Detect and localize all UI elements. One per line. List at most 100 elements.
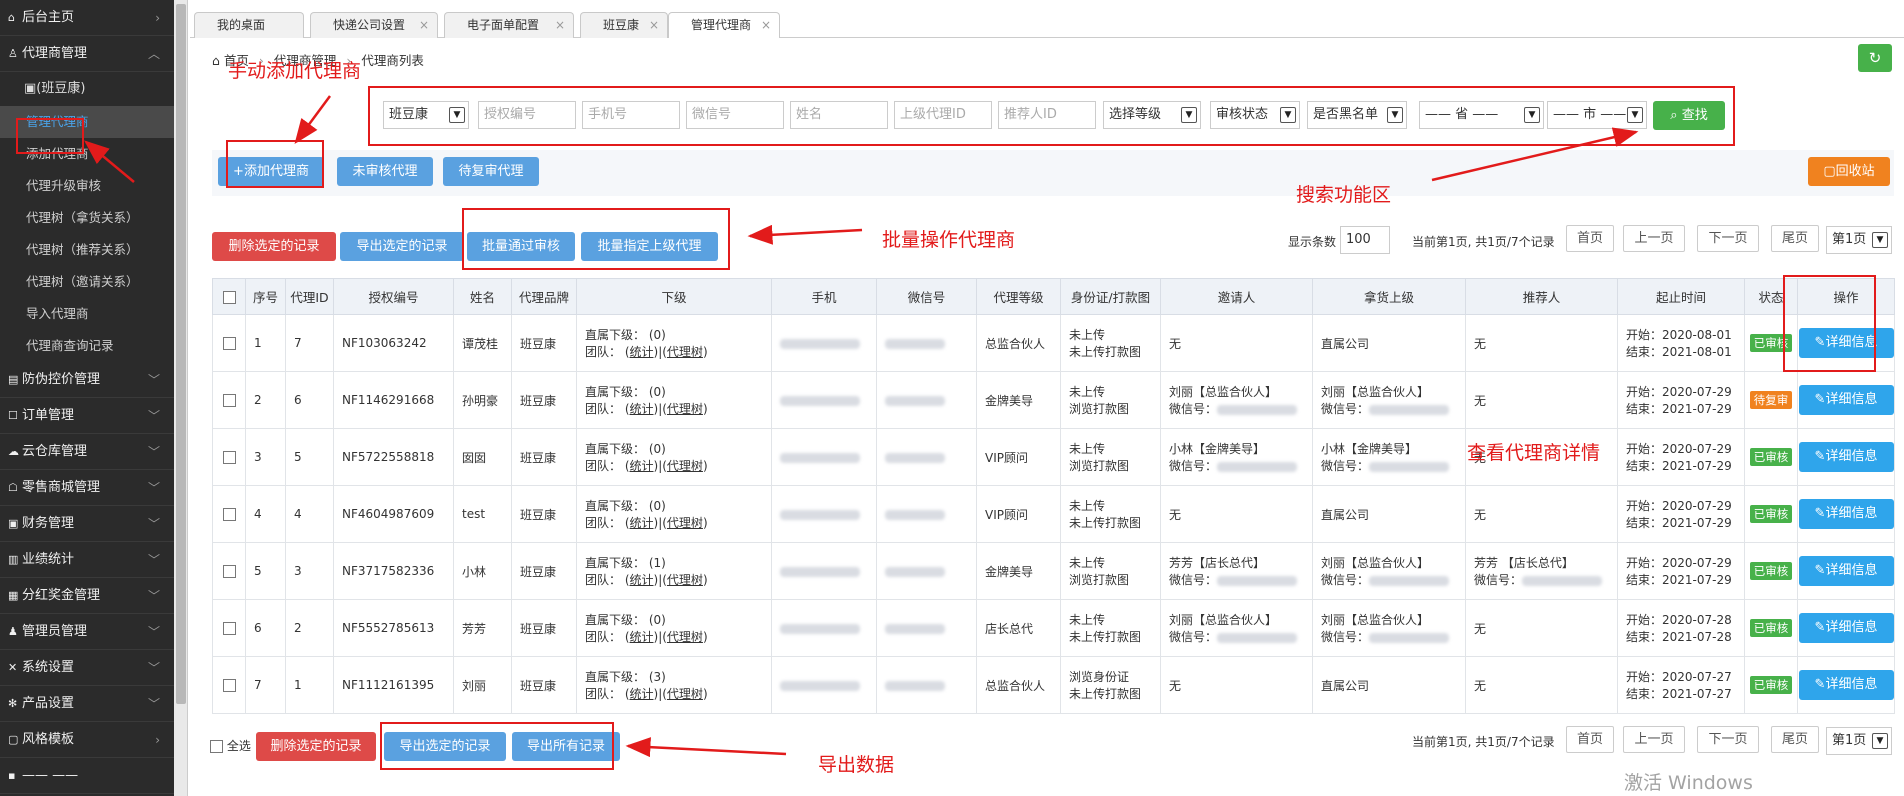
close-icon[interactable]: × <box>649 13 659 37</box>
detail-button[interactable]: ✎详细信息 <box>1798 556 1894 586</box>
direct-sub-label: 直属下级： <box>585 556 649 570</box>
id-doc-text[interactable]: 浏览身份证 <box>1069 670 1129 684</box>
agent-tree-link[interactable]: 代理树 <box>667 402 703 416</box>
unreviewed-button[interactable]: 未审核代理 <box>337 157 433 186</box>
menu-home[interactable]: ⌂ 后台主页 › <box>0 0 174 36</box>
sidebar-item-query-log[interactable]: 代理商查询记录 <box>0 330 174 362</box>
tab-desktop[interactable]: 我的桌面 <box>194 12 304 38</box>
annotation-export-text: 导出数据 <box>818 754 895 776</box>
first-page-button[interactable]: 首页 <box>1566 225 1614 252</box>
team-stats-link[interactable]: 统计 <box>630 687 654 701</box>
agent-tree-link[interactable]: 代理树 <box>667 459 703 473</box>
row-checkbox-cell <box>212 485 246 543</box>
bottom-page-info: 当前第1页, 共1页/7个记录 <box>1412 735 1555 749</box>
team-stats-link[interactable]: 统计 <box>630 345 654 359</box>
delete-selected-button[interactable]: 删除选定的记录 <box>212 232 336 261</box>
menu-theme[interactable]: ▢ 风格模板 › <box>0 722 174 758</box>
row-checkbox[interactable] <box>222 565 236 578</box>
sidebar-item-upgrade-review[interactable]: 代理升级审核 <box>0 170 174 202</box>
menu-system[interactable]: ✕ 系统设置 ﹀ <box>0 650 174 686</box>
agent-tree-link[interactable]: 代理树 <box>667 630 703 644</box>
agent-tree-link[interactable]: 代理树 <box>667 345 703 359</box>
detail-button[interactable]: ✎详细信息 <box>1798 442 1894 472</box>
scrollbar-thumb[interactable] <box>176 4 186 704</box>
close-icon[interactable]: × <box>419 13 429 37</box>
id-doc-text[interactable]: 浏览打款图 <box>1069 573 1129 587</box>
tab-manage-agents[interactable]: 管理代理商 × <box>668 12 780 38</box>
sidebar-scrollbar[interactable] <box>174 0 188 796</box>
page-size-input[interactable]: 100 <box>1340 226 1390 254</box>
cell-phone <box>771 599 877 657</box>
sidebar-item-tree-referral[interactable]: 代理树（推荐关系） <box>0 234 174 266</box>
row-checkbox[interactable] <box>222 394 236 407</box>
menu-orders[interactable]: ☐ 订单管理 ﹀ <box>0 398 174 434</box>
team-stats-link[interactable]: 统计 <box>630 630 654 644</box>
bottom-prev-page-button[interactable]: 上一页 <box>1623 726 1685 753</box>
id-doc-text[interactable]: 浏览打款图 <box>1069 459 1129 473</box>
detail-button[interactable]: ✎详细信息 <box>1798 613 1894 643</box>
bottom-delete-button[interactable]: 删除选定的记录 <box>256 732 376 761</box>
pending-review-button[interactable]: 待复审代理 <box>443 157 539 186</box>
chevron-down-icon: ﹀ <box>147 481 160 495</box>
sub-head-brand[interactable]: ▣(班豆康) <box>0 72 174 106</box>
next-page-button[interactable]: 下一页 <box>1697 225 1759 252</box>
chevron-down-icon: ﹀ <box>147 373 160 387</box>
menu-admins[interactable]: ♟ 管理员管理 ﹀ <box>0 614 174 650</box>
bottom-page-select[interactable]: 第1页 ▼ <box>1826 727 1892 755</box>
close-icon[interactable]: × <box>555 13 565 37</box>
menu-warehouse[interactable]: ☁ 云仓库管理 ﹀ <box>0 434 174 470</box>
row-checkbox[interactable] <box>222 451 236 464</box>
menu-stats[interactable]: ▥ 业绩统计 ﹀ <box>0 542 174 578</box>
tab-waybill[interactable]: 电子面单配置 × <box>444 12 574 38</box>
menu-more[interactable]: ▪ —— —— <box>0 758 174 794</box>
col-referrer: 推荐人 <box>1465 278 1618 315</box>
close-icon[interactable]: × <box>761 13 771 37</box>
prev-page-button[interactable]: 上一页 <box>1623 225 1685 252</box>
id-doc-text[interactable]: 浏览打款图 <box>1069 402 1129 416</box>
menu-products[interactable]: ✻ 产品设置 ﹀ <box>0 686 174 722</box>
team-stats-link[interactable]: 统计 <box>630 573 654 587</box>
row-checkbox[interactable] <box>222 337 236 350</box>
recycle-bin-button[interactable]: ▢回收站 <box>1808 157 1890 186</box>
bottom-first-page-button[interactable]: 首页 <box>1566 726 1614 753</box>
refresh-button[interactable]: ↻ <box>1858 44 1892 72</box>
agent-tree-link[interactable]: 代理树 <box>667 516 703 530</box>
row-checkbox[interactable] <box>222 679 236 692</box>
sidebar-item-import[interactable]: 导入代理商 <box>0 298 174 330</box>
detail-button[interactable]: ✎详细信息 <box>1798 499 1894 529</box>
cell-name: 孙明豪 <box>453 371 512 429</box>
agent-tree-link[interactable]: 代理树 <box>667 687 703 701</box>
select-all-checkbox-header[interactable] <box>212 278 246 315</box>
cell-referrer: 芳芳 【店长总代】 微信号： <box>1465 542 1618 600</box>
menu-retail[interactable]: ☖ 零售商城管理 ﹀ <box>0 470 174 506</box>
team-stats-link[interactable]: 统计 <box>630 459 654 473</box>
chevron-right-icon: › <box>155 733 160 747</box>
cell-supply-parent: 刘丽【总监合伙人】 微信号： <box>1312 542 1466 600</box>
tab-brand[interactable]: 班豆康 × <box>580 12 668 38</box>
bottom-last-page-button[interactable]: 尾页 <box>1771 726 1819 753</box>
last-page-button[interactable]: 尾页 <box>1771 225 1819 252</box>
agent-tree-link[interactable]: 代理树 <box>667 573 703 587</box>
export-selected-button[interactable]: 导出选定的记录 <box>340 232 464 261</box>
detail-button[interactable]: ✎详细信息 <box>1798 670 1894 700</box>
row-checkbox[interactable] <box>222 622 236 635</box>
sidebar-item-tree-supply[interactable]: 代理树（拿货关系） <box>0 202 174 234</box>
tab-express[interactable]: 快递公司设置 × <box>310 12 438 38</box>
row-checkbox[interactable] <box>222 508 236 521</box>
edit-icon: ✎ <box>1814 677 1826 692</box>
menu-finance[interactable]: ▣ 财务管理 ﹀ <box>0 506 174 542</box>
menu-anticounterfeit[interactable]: ▤ 防伪控价管理 ﹀ <box>0 362 174 398</box>
team-stats-link[interactable]: 统计 <box>630 402 654 416</box>
select-all[interactable]: 全选 <box>210 737 251 754</box>
cell-id-docs: 未上传 未上传打款图 <box>1060 599 1161 657</box>
annotation-box-batch <box>462 208 730 270</box>
team-stats-link[interactable]: 统计 <box>630 516 654 530</box>
page-select[interactable]: 第1页 ▼ <box>1826 226 1892 254</box>
cell-status: 已审核 <box>1744 599 1798 657</box>
menu-bonus[interactable]: ▦ 分红奖金管理 ﹀ <box>0 578 174 614</box>
detail-button[interactable]: ✎详细信息 <box>1798 385 1894 415</box>
cell-inviter-text: 芳芳【店长总代】 <box>1169 556 1266 570</box>
bottom-next-page-button[interactable]: 下一页 <box>1697 726 1759 753</box>
menu-agents[interactable]: ♙ 代理商管理 ︿ <box>0 36 174 72</box>
sidebar-item-tree-invite[interactable]: 代理树（邀请关系） <box>0 266 174 298</box>
